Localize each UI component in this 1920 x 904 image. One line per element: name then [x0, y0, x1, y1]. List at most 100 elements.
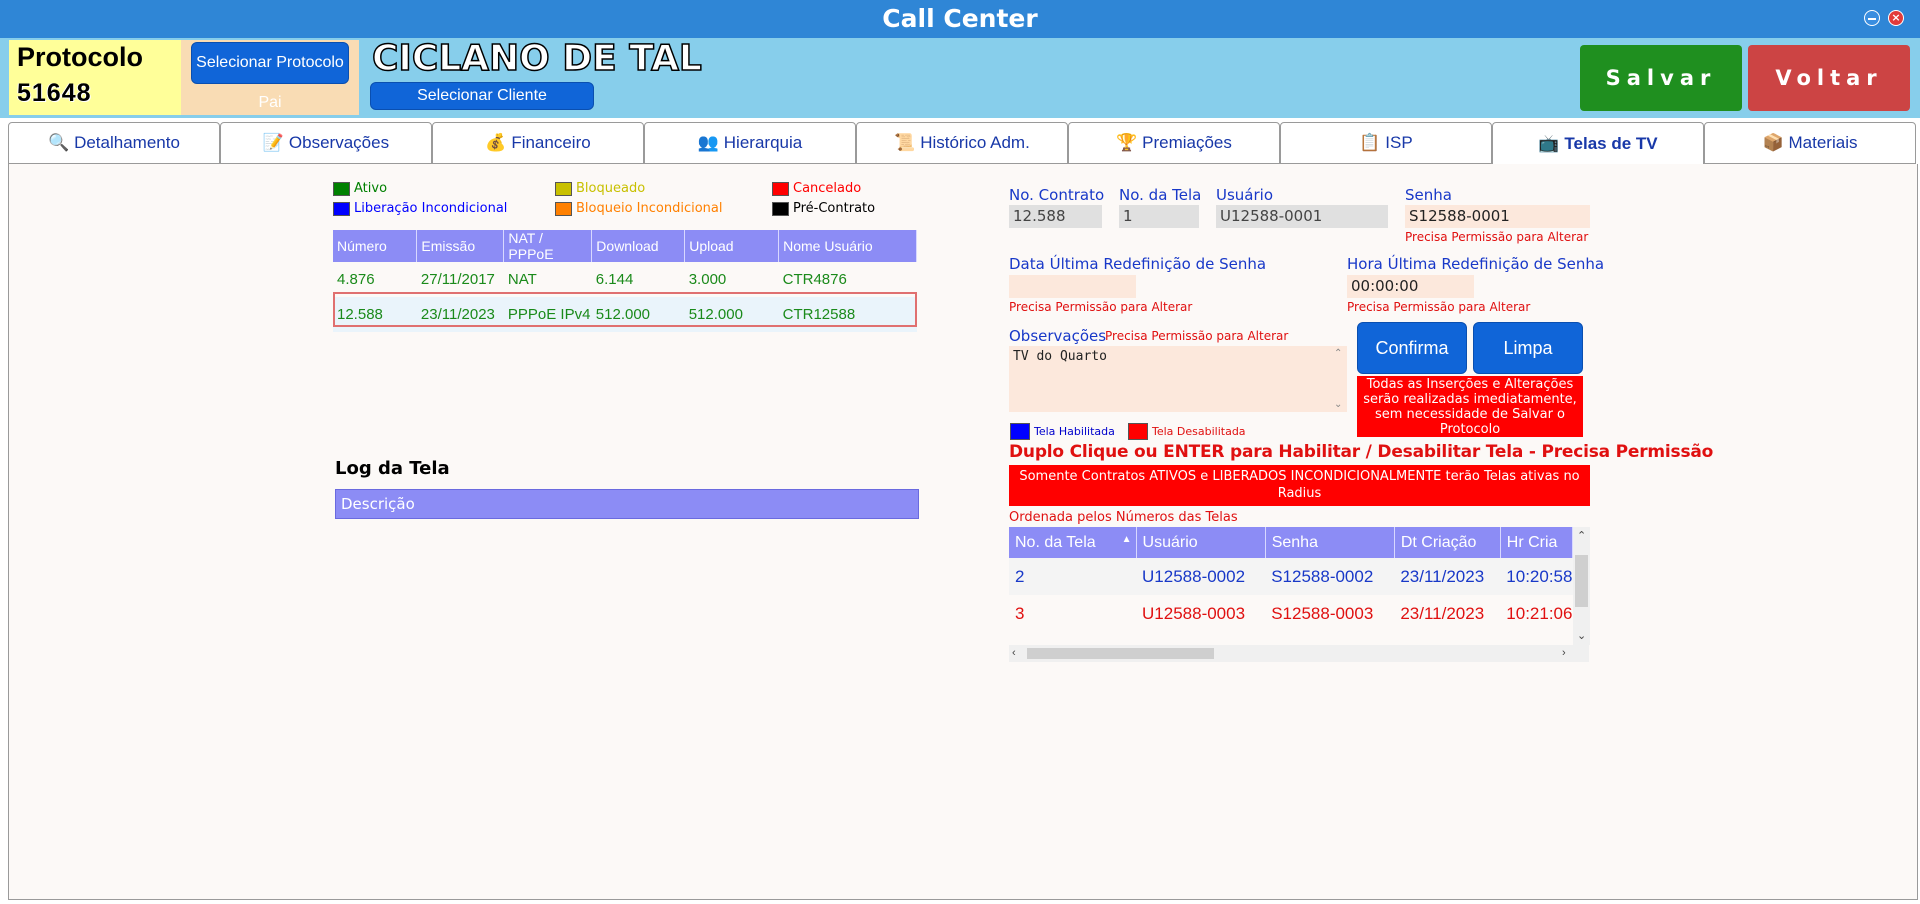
client-name: CICLANO DE TAL [371, 37, 702, 80]
column-header[interactable]: Download [591, 230, 686, 262]
select-client-button[interactable]: Selecionar Cliente [370, 82, 594, 110]
isp-icon: 📋 [1359, 133, 1381, 152]
observations-scrollbar[interactable]: ⌃ ⌄ [1330, 346, 1347, 412]
scroll-left-icon[interactable]: ‹ [1012, 647, 1016, 659]
award-icon: 🏆 [1116, 133, 1138, 152]
column-header[interactable]: Usuário [1136, 527, 1266, 558]
table-cell: 10:21:06 [1500, 595, 1573, 632]
confirm-button[interactable]: Confirma [1357, 322, 1467, 374]
table-cell: 23/11/2023 [416, 297, 504, 332]
table-row[interactable]: 3 U12588-0003 S12588-0003 23/11/2023 10:… [1009, 595, 1573, 632]
scroll-right-icon[interactable]: › [1562, 647, 1566, 659]
legend-label: Bloqueado [576, 181, 646, 196]
tab-label: Materiais [1788, 133, 1858, 152]
sort-ascending-icon: ▲ [1121, 533, 1132, 545]
table-cell: 12.588 [333, 297, 417, 332]
screen-number-field: 1 [1119, 205, 1199, 228]
money-bag-icon: 💰 [485, 133, 507, 152]
legend-item-cancelado: Cancelado [772, 181, 861, 196]
tab-label: Hierarquia [723, 133, 803, 152]
password-permission-warning: Precisa Permissão para Alterar [1405, 230, 1589, 244]
table-cell: 23/11/2023 [1394, 595, 1501, 632]
column-header[interactable]: Upload [684, 230, 780, 262]
last-reset-time-field[interactable]: 00:00:00 [1347, 275, 1474, 298]
history-icon: 📜 [894, 133, 916, 152]
column-header[interactable]: Nome Usuário [778, 230, 917, 262]
column-header[interactable]: Senha [1265, 527, 1395, 558]
tab-historico-adm[interactable]: 📜 Histórico Adm. [856, 122, 1068, 164]
double-click-instruction: Duplo Clique ou ENTER para Habilitar / D… [1009, 442, 1714, 462]
scroll-down-icon[interactable]: ⌄ [1334, 399, 1342, 410]
legend-label: Ativo [354, 181, 388, 196]
table-cell: 4.876 [333, 262, 417, 297]
tab-premiacoes[interactable]: 🏆 Premiações [1068, 122, 1280, 164]
last-reset-date-field[interactable] [1009, 275, 1136, 298]
column-header[interactable]: No. da Tela ▲ [1009, 527, 1137, 558]
tab-label: Premiações [1142, 133, 1232, 152]
column-header-label: No. da Tela [1015, 533, 1096, 551]
last-reset-time-label: Hora Última Redefinição de Senha [1347, 255, 1605, 273]
legend-item-liberacao-incondicional: Liberação Incondicional [333, 201, 507, 216]
table-header-row: Número Emissão NAT / PPPoE Download Uplo… [333, 230, 917, 262]
table-cell: PPPoE IPv4 [503, 297, 592, 332]
scroll-up-icon[interactable]: ⌃ [1334, 348, 1342, 359]
sort-note: Ordenada pelos Números das Telas [1009, 510, 1238, 525]
horizontal-scroll-thumb[interactable] [1027, 648, 1214, 659]
legend-swatch [1010, 423, 1030, 440]
vertical-scroll-thumb[interactable] [1575, 555, 1588, 607]
table-cell: S12588-0003 [1265, 595, 1395, 632]
column-header[interactable]: Número [333, 230, 418, 262]
user-field: U12588-0001 [1216, 205, 1388, 228]
table-cell: 3.000 [684, 262, 779, 297]
tab-observacoes[interactable]: 📝 Observações [220, 122, 432, 164]
password-field[interactable]: S12588-0001 [1405, 205, 1590, 228]
table-cell: NAT [503, 262, 592, 297]
table-cell: 2 [1009, 558, 1137, 595]
password-label: Senha [1405, 186, 1452, 204]
scroll-up-icon[interactable]: ⌃ [1577, 529, 1586, 542]
tab-content-panel [8, 164, 1918, 900]
immediate-changes-notice: Todas as Inserções e Alterações serão re… [1357, 376, 1583, 437]
date-permission-warning: Precisa Permissão para Alterar [1009, 300, 1193, 314]
legend-swatch [555, 181, 572, 196]
back-button[interactable]: Voltar [1748, 45, 1910, 111]
protocol-label: Protocolo [17, 42, 143, 72]
table-cell: 10:20:58 [1500, 558, 1573, 595]
legend-label: Pré-Contrato [793, 201, 876, 216]
legend-label: Bloqueio Incondicional [576, 201, 723, 216]
table-row[interactable]: 2 U12588-0002 S12588-0002 23/11/2023 10:… [1009, 558, 1573, 595]
column-header[interactable]: Hr Cria [1500, 527, 1574, 558]
close-icon[interactable]: × [1888, 10, 1904, 26]
scroll-down-icon[interactable]: ⌄ [1577, 629, 1586, 642]
protocol-number: 51648 [17, 79, 92, 107]
legend-label: Tela Desabilitada [1152, 425, 1246, 438]
tab-materiais[interactable]: 📦 Materiais [1704, 122, 1916, 164]
column-header[interactable]: Emissão [416, 230, 505, 262]
table-cell: 3 [1009, 595, 1137, 632]
legend-swatch [333, 201, 350, 216]
tab-isp[interactable]: 📋 ISP [1280, 122, 1492, 164]
screens-table: No. da Tela ▲ Usuário Senha Dt Criação Hr… [1009, 527, 1574, 632]
tab-detalhamento[interactable]: 🔍 Detalhamento [8, 122, 220, 164]
time-permission-warning: Precisa Permissão para Alterar [1347, 300, 1531, 314]
legend-item-bloqueio-incondicional: Bloqueio Incondicional [555, 201, 722, 216]
select-parent-protocol-button[interactable]: Selecionar Protocolo Pai [191, 42, 349, 111]
table-cell: 27/11/2017 [416, 262, 504, 297]
legend-swatch [1128, 423, 1148, 440]
column-header[interactable]: Dt Criação [1394, 527, 1501, 558]
legend-item-tela-desabilitada: Tela Desabilitada [1128, 423, 1246, 440]
table-cell: U12588-0002 [1136, 558, 1266, 595]
legend-item-pre-contrato: Pré-Contrato [772, 201, 875, 216]
log-column-header[interactable]: Descrição [335, 489, 919, 519]
tab-hierarquia[interactable]: 👥 Hierarquia [644, 122, 856, 164]
column-header[interactable]: NAT / PPPoE [503, 230, 593, 262]
minimize-icon[interactable] [1864, 10, 1880, 26]
table-row[interactable]: 4.876 27/11/2017 NAT 6.144 3.000 CTR4876 [333, 262, 917, 297]
clear-button[interactable]: Limpa [1473, 322, 1583, 374]
table-row-selected[interactable]: 12.588 23/11/2023 PPPoE IPv4 512.000 512… [333, 297, 917, 332]
tab-financeiro[interactable]: 💰 Financeiro [432, 122, 644, 164]
observations-textarea[interactable]: TV do Quarto [1009, 346, 1347, 412]
save-button[interactable]: Salvar [1580, 45, 1742, 111]
tab-telas-de-tv[interactable]: 📺 Telas de TV [1492, 122, 1704, 165]
table-cell: 23/11/2023 [1394, 558, 1501, 595]
